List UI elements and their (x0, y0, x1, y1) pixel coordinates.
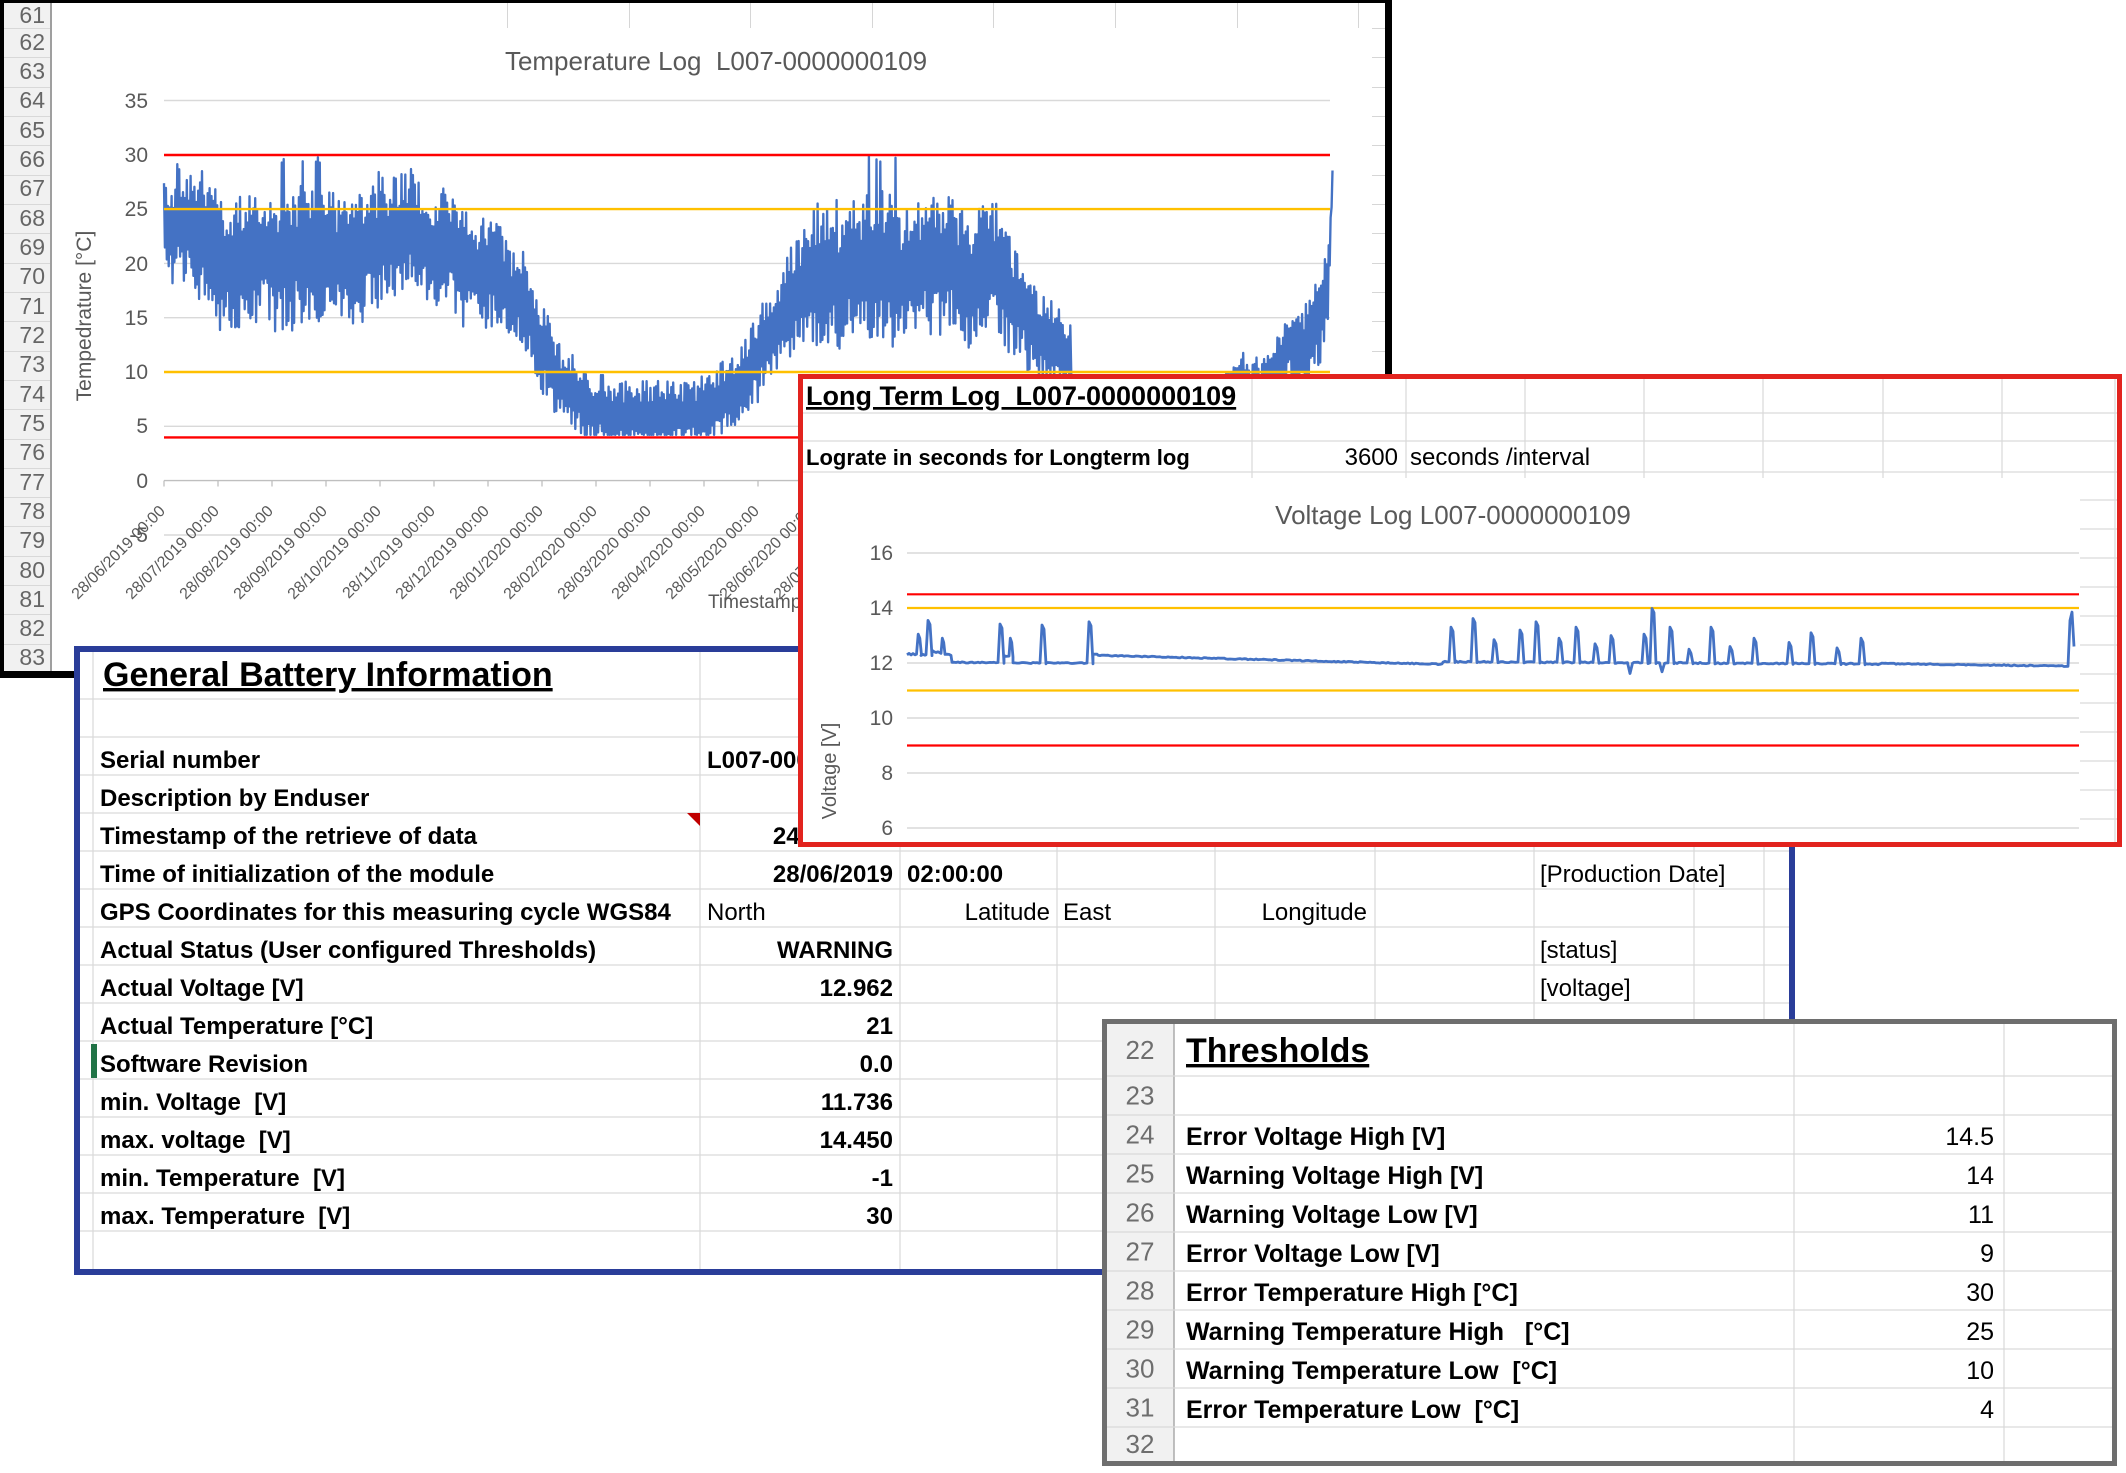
svg-text:Warning Voltage Low [V]: Warning Voltage Low [V] (1186, 1201, 1478, 1229)
svg-text:14: 14 (870, 597, 894, 620)
svg-text:min. Voltage [V]: min. Voltage [V] (100, 1089, 286, 1116)
svg-text:Voltage [V]: Voltage [V] (819, 723, 841, 820)
svg-text:20: 20 (125, 253, 148, 276)
svg-text:02:00:00: 02:00:00 (907, 861, 1003, 888)
svg-text:35: 35 (125, 90, 148, 113)
svg-text:5: 5 (136, 415, 148, 438)
svg-text:28/08/2019 00:00: 28/08/2019 00:00 (177, 503, 277, 603)
svg-text:General Battery Information: General Battery Information (103, 656, 553, 694)
svg-text:Timestamp: Timestamp (708, 592, 801, 613)
svg-text:16: 16 (870, 542, 893, 565)
svg-text:21: 21 (866, 1013, 893, 1040)
svg-text:Time of initialization of the: Time of initialization of the module (100, 861, 494, 888)
svg-text:25: 25 (125, 198, 148, 221)
svg-text:14.5: 14.5 (1945, 1123, 1994, 1151)
svg-text:WARNING: WARNING (777, 937, 893, 964)
svg-text:-1: -1 (872, 1165, 893, 1192)
svg-text:Description by Enduser: Description by Enduser (100, 785, 369, 812)
svg-text:28/06/2019 00:00: 28/06/2019 00:00 (69, 503, 169, 603)
svg-text:min. Temperature [V]: min. Temperature [V] (100, 1165, 345, 1192)
svg-text:30: 30 (125, 144, 148, 167)
svg-text:Lograte in seconds for Longter: Lograte in seconds for Longterm log (806, 445, 1190, 470)
svg-text:max. Temperature [V]: max. Temperature [V] (100, 1203, 350, 1230)
svg-text:Software Revision: Software Revision (100, 1051, 308, 1078)
svg-text:28/12/2019 00:00: 28/12/2019 00:00 (393, 503, 493, 603)
svg-text:North: North (707, 899, 766, 926)
svg-text:Error Voltage Low [V]: Error Voltage Low [V] (1186, 1240, 1440, 1268)
svg-text:28/05/2020 00:00: 28/05/2020 00:00 (663, 503, 763, 603)
svg-text:Warning Temperature High [°C: Warning Temperature High [°C] (1186, 1318, 1570, 1346)
svg-text:Actual Voltage [V]: Actual Voltage [V] (100, 975, 304, 1002)
svg-text:24: 24 (1126, 1120, 1155, 1150)
svg-text:[status]: [status] (1540, 937, 1617, 964)
svg-text:Long Term Log L007-0000000109: Long Term Log L007-0000000109 (806, 381, 1236, 411)
svg-text:max. voltage [V]: max. voltage [V] (100, 1127, 291, 1154)
svg-text:14: 14 (1966, 1162, 1994, 1190)
svg-text:22: 22 (1126, 1035, 1155, 1065)
svg-text:28/01/2020 00:00: 28/01/2020 00:00 (447, 503, 547, 603)
svg-text:28/02/2020 00:00: 28/02/2020 00:00 (501, 503, 601, 603)
svg-text:28/11/2019 00:00: 28/11/2019 00:00 (340, 503, 439, 602)
svg-text:0: 0 (136, 470, 148, 493)
svg-text:Actual Status (User configured: Actual Status (User configured Threshold… (100, 937, 596, 964)
svg-text:10: 10 (870, 707, 893, 730)
svg-text:23: 23 (1126, 1081, 1155, 1111)
svg-text:Voltage Log L007-0000000109: Voltage Log L007-0000000109 (1275, 500, 1631, 530)
svg-text:27: 27 (1126, 1237, 1155, 1267)
svg-text:30: 30 (1966, 1279, 1994, 1307)
svg-text:26: 26 (1126, 1198, 1155, 1228)
svg-text:Warning Temperature Low [°C]: Warning Temperature Low [°C] (1186, 1357, 1557, 1385)
svg-text:Error Voltage High [V]: Error Voltage High [V] (1186, 1123, 1445, 1151)
svg-text:11.736: 11.736 (821, 1089, 893, 1116)
svg-text:31: 31 (1126, 1393, 1155, 1423)
svg-text:25: 25 (1126, 1159, 1155, 1189)
svg-text:32: 32 (1126, 1429, 1155, 1459)
svg-text:Longitude: Longitude (1262, 899, 1367, 926)
svg-text:30: 30 (866, 1203, 893, 1230)
svg-text:Error Temperature Low [°C]: Error Temperature Low [°C] (1186, 1396, 1519, 1424)
svg-text:30: 30 (1126, 1354, 1155, 1384)
svg-text:10: 10 (1966, 1357, 1994, 1385)
svg-text:Timestamp of the retrieve of d: Timestamp of the retrieve of data (100, 823, 478, 850)
svg-text:East: East (1063, 899, 1111, 926)
svg-text:0.0: 0.0 (860, 1051, 893, 1078)
svg-text:28/10/2019 00:00: 28/10/2019 00:00 (285, 503, 385, 603)
svg-text:12: 12 (870, 652, 893, 675)
svg-text:9: 9 (1980, 1240, 1994, 1268)
svg-text:Tempedrature [°C]: Tempedrature [°C] (73, 231, 96, 402)
svg-text:Serial number: Serial number (100, 747, 260, 774)
svg-text:25: 25 (1966, 1318, 1994, 1346)
svg-text:10: 10 (125, 361, 148, 384)
svg-text:4: 4 (1980, 1396, 1994, 1424)
svg-text:Thresholds: Thresholds (1186, 1032, 1369, 1070)
svg-text:Actual Temperature [°C]: Actual Temperature [°C] (100, 1013, 373, 1040)
svg-text:12.962: 12.962 (820, 975, 893, 1002)
svg-text:3600: 3600 (1345, 444, 1398, 471)
svg-text:Error Temperature High [°C]: Error Temperature High [°C] (1186, 1279, 1518, 1307)
svg-text:[Production Date]: [Production Date] (1540, 861, 1725, 888)
svg-text:[voltage]: [voltage] (1540, 975, 1631, 1002)
svg-text:GPS Coordinates for this measu: GPS Coordinates for this measuring cycle… (100, 899, 671, 926)
svg-text:8: 8 (881, 762, 893, 785)
svg-text:11: 11 (1968, 1201, 1994, 1229)
svg-text:Warning Voltage High [V]: Warning Voltage High [V] (1186, 1162, 1483, 1190)
svg-text:15: 15 (125, 307, 148, 330)
svg-text:28/06/2019: 28/06/2019 (773, 861, 893, 888)
svg-text:29: 29 (1126, 1315, 1155, 1345)
svg-text:28: 28 (1126, 1276, 1155, 1306)
svg-text:28/04/2020 00:00: 28/04/2020 00:00 (609, 503, 709, 603)
svg-text:Latitude: Latitude (965, 899, 1050, 926)
svg-text:28/07/2019 00:00: 28/07/2019 00:00 (123, 503, 223, 603)
svg-text:6: 6 (881, 817, 893, 840)
svg-text:28/03/2020 00:00: 28/03/2020 00:00 (555, 503, 655, 603)
svg-text:seconds /interval: seconds /interval (1410, 444, 1590, 471)
svg-text:14.450: 14.450 (820, 1127, 893, 1154)
svg-text:Temperature Log L007-00000001: Temperature Log L007-0000000109 (505, 46, 927, 76)
svg-text:28/09/2019 00:00: 28/09/2019 00:00 (231, 503, 331, 603)
